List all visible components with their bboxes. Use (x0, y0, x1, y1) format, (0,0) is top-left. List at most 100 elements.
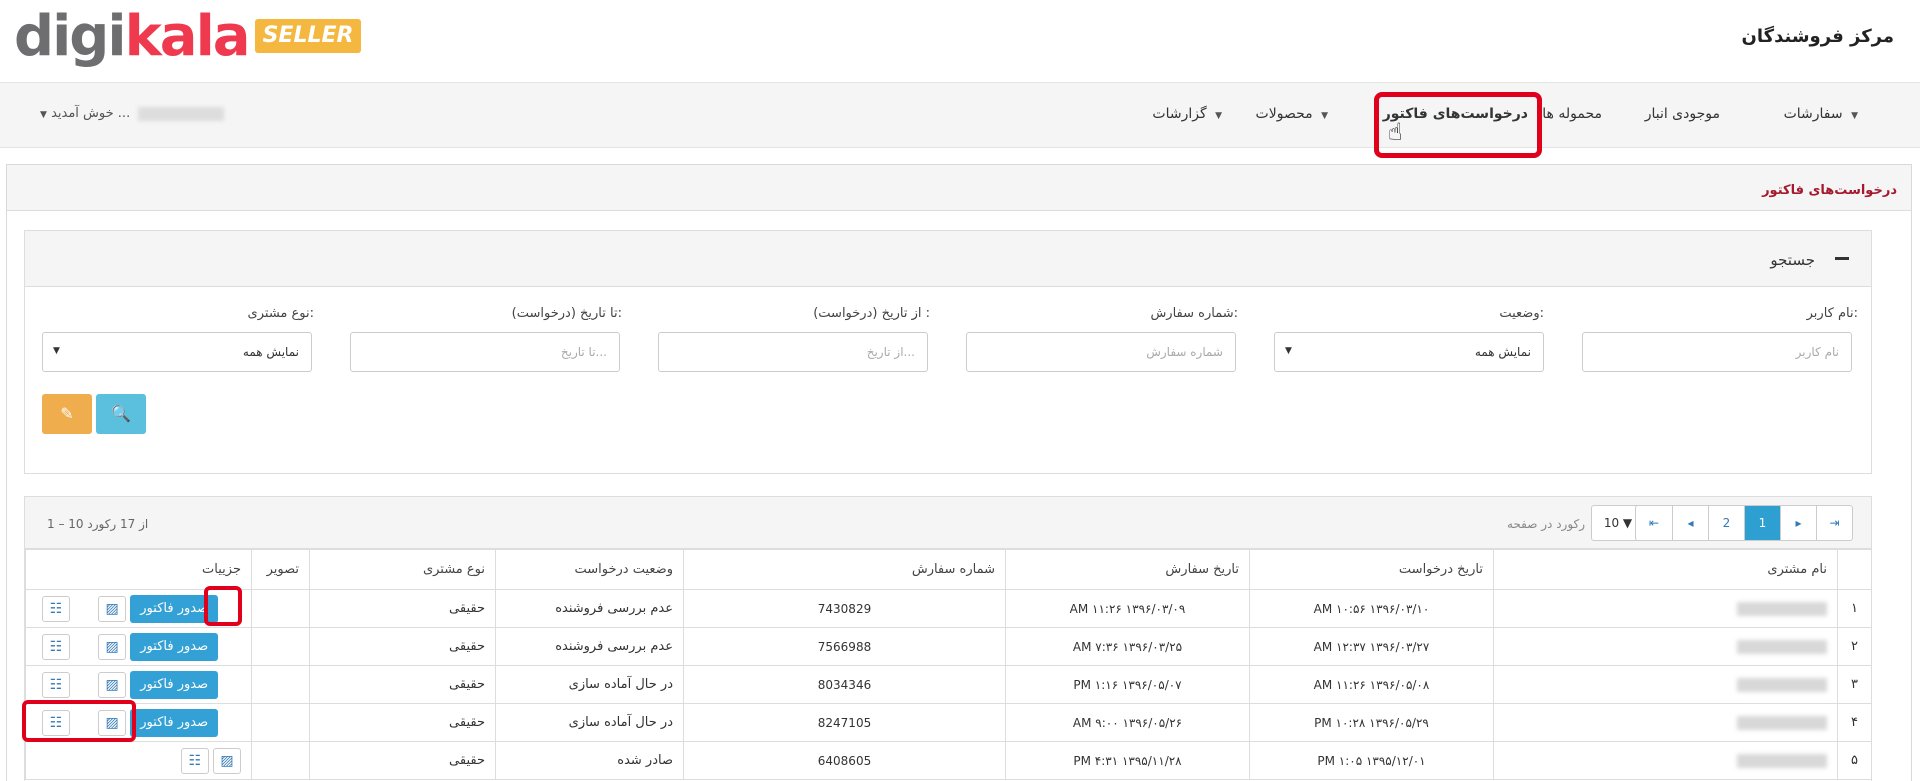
col-header-order-date: تاریخ سفارش (1005, 549, 1250, 590)
row-index: ۵ (1837, 741, 1872, 780)
col-header-index (1837, 549, 1872, 590)
to-date-label: تا تاریخ (درخواست): (511, 306, 622, 321)
search-title: جستجو (1770, 251, 1815, 269)
seller-center-title: مرکز فروشندگان (1741, 26, 1894, 47)
image-icon[interactable]: ▨ (98, 595, 127, 622)
nav-item-inventory[interactable]: موجودی انبار (1645, 106, 1720, 122)
issue-invoice-button[interactable]: صدور فاکتور (130, 670, 219, 699)
details-cell: ▨ ☷ (25, 741, 252, 780)
customer-name-cell (1493, 703, 1838, 742)
nav-shipments-label: محموله ها (1542, 106, 1602, 122)
image-cell (251, 627, 310, 666)
request-status-cell: در حال آماده سازی (495, 665, 684, 704)
customer-type-select-value: نمایش همه (242, 345, 299, 359)
first-page-button[interactable]: ⇤ (1636, 506, 1672, 540)
table-row: ۲ AM ۱۲:۳۷ ۱۳۹۶/۰۳/۲۷ AM ۷:۳۶ ۱۳۹۶/۰۳/۲۵… (25, 627, 1872, 666)
issue-invoice-button[interactable]: صدور فاکتور (130, 708, 219, 737)
highlight-details-icon (204, 586, 242, 626)
image-icon[interactable]: ▨ (98, 633, 127, 660)
details-cell: صدور فاکتور ▨ ☷ (25, 627, 252, 666)
details-cell: صدور فاکتور ▨ ☷ (25, 665, 252, 704)
image-icon[interactable]: ▨ (98, 671, 127, 698)
table-row: ۵ PM ۱:۰۵ ۱۳۹۵/۱۲/۰۱ PM ۴:۳۱ ۱۳۹۵/۱۱/۲۸ … (25, 741, 1872, 780)
issue-invoice-button[interactable]: صدور فاکتور (130, 632, 219, 661)
per-page-label: رکورد در صفحه (1507, 517, 1586, 531)
customer-type-cell: حقیقی (309, 665, 496, 704)
details-list-icon[interactable]: ☷ (42, 633, 70, 660)
nav-item-products[interactable]: محصولات ▼ (1256, 106, 1328, 122)
nav-item-reports[interactable]: گزارشات ▼ (1152, 106, 1222, 122)
request-date-cell: AM ۱۲:۳۷ ۱۳۹۶/۰۳/۲۷ (1249, 627, 1494, 666)
image-cell (251, 665, 310, 704)
details-list-icon[interactable]: ☷ (180, 747, 209, 774)
to-date-input[interactable]: تا تاریخ... (350, 332, 620, 372)
collapse-icon[interactable] (1835, 257, 1849, 260)
next-page-button[interactable]: ▸ (1780, 506, 1816, 540)
request-date-cell: PM ۱:۰۵ ۱۳۹۵/۱۲/۰۱ (1249, 741, 1494, 780)
nav-item-shipments[interactable]: محموله ها (1542, 106, 1602, 122)
order-date-cell: PM ۴:۳۱ ۱۳۹۵/۱۱/۲۸ (1005, 741, 1250, 780)
details-list-icon[interactable]: ☷ (42, 671, 70, 698)
order-number-cell: 7566988 (683, 627, 1006, 666)
chevron-down-icon: ▼ (1851, 111, 1858, 121)
eraser-icon: ✎ (60, 404, 74, 423)
logo-text-kala: kala (124, 3, 251, 69)
customer-name-cell (1493, 741, 1838, 780)
order-number-cell: 6408605 (683, 741, 1006, 780)
image-icon[interactable]: ▨ (213, 747, 241, 774)
customer-name-redacted (1737, 639, 1827, 654)
logo-text-digi: digi (14, 3, 127, 69)
last-page-button[interactable]: ⇥ (1816, 506, 1852, 540)
chevron-down-icon: ▼ (40, 110, 47, 120)
digikala-seller-logo[interactable]: digi kala SELLER (14, 3, 362, 69)
order-number-input[interactable]: شماره سفارش (966, 332, 1236, 372)
order-date-cell: AM ۷:۳۶ ۱۳۹۶/۰۳/۲۵ (1005, 627, 1250, 666)
details-list-icon[interactable]: ☷ (42, 595, 70, 622)
table-header-row: نام مشتری تاریخ درخواست تاریخ سفارش شمار… (25, 549, 1872, 590)
nav-orders-label: سفارشات (1783, 106, 1843, 122)
request-status-cell: عدم بررسی فروشنده (495, 589, 684, 628)
highlight-invoice-button (22, 700, 136, 742)
username-redacted (138, 106, 225, 121)
nav-reports-label: گزارشات (1152, 106, 1207, 122)
order-date-cell: AM ۹:۰۰ ۱۳۹۶/۰۵/۲۶ (1005, 703, 1250, 742)
page-1-button[interactable]: 1 (1744, 506, 1780, 540)
customer-name-redacted (1737, 677, 1827, 692)
hand-cursor-icon: ☝ (1388, 118, 1403, 146)
customer-name-cell (1493, 665, 1838, 704)
from-date-input[interactable]: از تاریخ... (658, 332, 928, 372)
order-number-cell: 7430829 (683, 589, 1006, 628)
search-button[interactable]: 🔍 (96, 394, 146, 434)
main-navigation (0, 82, 1920, 148)
top-bar: digi kala SELLER مرکز فروشندگان (0, 0, 1920, 82)
customer-type-select[interactable]: ▼ نمایش همه (42, 332, 312, 372)
col-header-customer-name: نام مشتری (1493, 549, 1838, 590)
search-panel-header[interactable]: جستجو (25, 231, 1871, 287)
image-cell (251, 741, 310, 780)
customer-type-cell: حقیقی (309, 741, 496, 780)
image-cell (251, 589, 310, 628)
clear-filters-button[interactable]: ✎ (42, 394, 92, 434)
nav-products-label: محصولات (1255, 106, 1313, 122)
username-input[interactable]: نام کاربر (1582, 332, 1852, 372)
page-2-button[interactable]: 2 (1708, 506, 1744, 540)
order-date-cell: PM ۱:۱۶ ۱۳۹۶/۰۵/۰۷ (1005, 665, 1250, 704)
status-select[interactable]: ▼ نمایش همه (1274, 332, 1544, 372)
welcome-text: خوش آمدید ... (51, 106, 131, 121)
chevron-down-icon: ▼ (1321, 111, 1328, 121)
table-row: ۱ AM ۱۰:۵۶ ۱۳۹۶/۰۳/۱۰ AM ۱۱:۲۶ ۱۳۹۶/۰۳/۰… (25, 589, 1872, 628)
request-status-cell: عدم بررسی فروشنده (495, 627, 684, 666)
request-date-cell: AM ۱۱:۲۶ ۱۳۹۶/۰۵/۰۸ (1249, 665, 1494, 704)
chevron-down-icon: ▼ (1215, 111, 1222, 121)
col-header-request-status: وضعیت درخواست (495, 549, 684, 590)
chevron-down-icon: ▼ (1285, 346, 1292, 356)
record-count: 1 – 10 از 17 رکورد (47, 517, 149, 531)
nav-item-orders[interactable]: سفارشات ▼ (1784, 106, 1858, 122)
customer-type-cell: حقیقی (309, 703, 496, 742)
prev-page-button[interactable]: ◂ (1672, 506, 1708, 540)
request-date-cell: PM ۱۰:۲۸ ۱۳۹۶/۰۵/۲۹ (1249, 703, 1494, 742)
user-menu[interactable]: ▼ خوش آمدید ... (40, 106, 225, 121)
pagination: ⇤ ◂ 2 1 ▸ ⇥ (1635, 505, 1853, 541)
results-panel: 1 – 10 از 17 رکورد رکورد در صفحه 10 ▼ ⇤ … (24, 496, 1872, 781)
table-row: ۴ PM ۱۰:۲۸ ۱۳۹۶/۰۵/۲۹ AM ۹:۰۰ ۱۳۹۶/۰۵/۲۶… (25, 703, 1872, 742)
